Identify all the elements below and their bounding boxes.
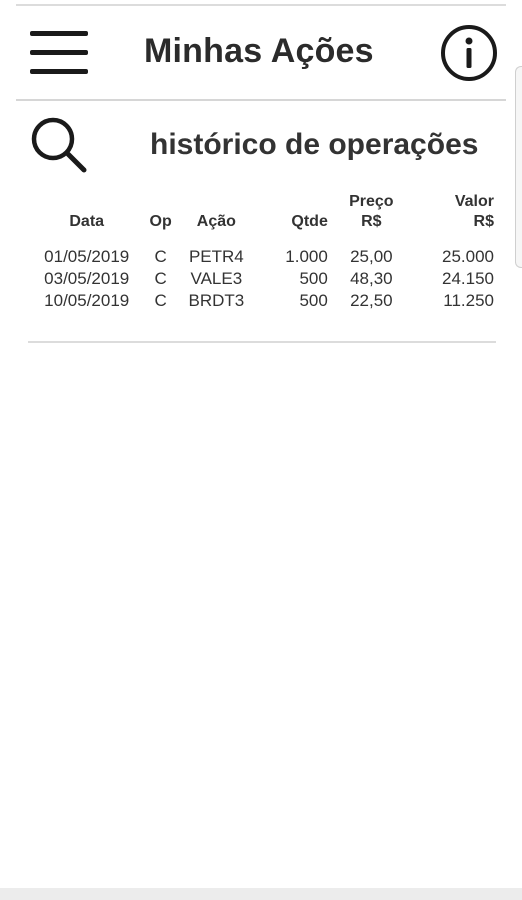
valor-unit: R$ [473,213,494,230]
section-title: histórico de operações [150,128,479,161]
header-divider [16,99,506,101]
column-header-acao[interactable]: Ação [180,192,253,246]
app-header: Minhas Ações [0,10,522,98]
cell-qtde: 500 [299,291,328,310]
cell-op: C [154,291,167,310]
cell-acao: PETR4 [188,247,244,266]
cell-op: C [154,269,167,288]
menu-bar [30,31,88,36]
cell-data: 01/05/2019 [44,247,130,266]
column-header-data[interactable]: Data [32,192,141,246]
bottom-bar [0,888,522,900]
column-header-qtde[interactable]: Qtde [253,192,332,246]
edge-handle[interactable] [515,66,522,268]
column-header-preco[interactable]: Preço R$ [332,192,411,246]
cell-valor: 24.150 [442,269,494,288]
cell-preco: 48,30 [350,269,393,288]
table-row[interactable]: 01/05/2019 C PETR4 1.000 25,00 25.000 [32,246,498,268]
operations-table: Data Op Ação Qtde Preço R$ Valor R$ 01/0… [32,192,498,312]
menu-bar [30,50,88,55]
table-row[interactable]: 03/05/2019 C VALE3 500 48,30 24.150 [32,268,498,290]
column-header-valor[interactable]: Valor R$ [411,192,498,246]
preco-label: Preço [349,193,394,210]
table-header-row: Data Op Ação Qtde Preço R$ Valor R$ [32,192,498,246]
cell-valor: 11.250 [443,291,494,310]
cell-qtde: 500 [299,269,328,288]
preco-unit: R$ [361,213,382,230]
page-title: Minhas Ações [144,32,374,70]
valor-label: Valor [454,193,494,210]
menu-bar [30,69,88,74]
search-icon[interactable] [28,114,90,176]
column-header-op[interactable]: Op [141,192,179,246]
cell-acao: BRDT3 [188,291,245,310]
cell-data: 03/05/2019 [44,269,130,288]
cell-valor: 25.000 [442,247,494,266]
info-icon[interactable] [440,24,498,82]
table-row[interactable]: 10/05/2019 C BRDT3 500 22,50 11.250 [32,290,498,312]
hamburger-menu-icon[interactable] [28,28,90,78]
cell-preco: 22,50 [350,291,393,310]
cell-op: C [154,247,167,266]
table-divider [28,341,496,343]
cell-preco: 25,00 [350,247,393,266]
top-divider [16,4,506,6]
cell-data: 10/05/2019 [44,291,130,310]
cell-acao: VALE3 [190,269,243,288]
cell-qtde: 1.000 [285,247,328,266]
